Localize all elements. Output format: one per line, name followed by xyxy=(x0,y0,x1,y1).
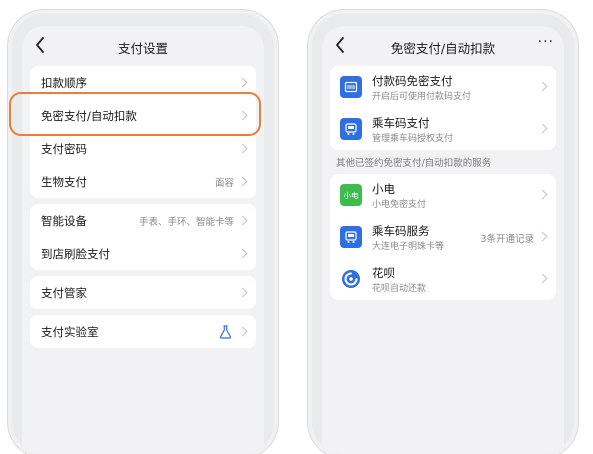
phone-right: 免密支付/自动扣款 ··· 付款码免密支付 开启后可使用付款码支付 乘车码支付 … xyxy=(312,14,574,454)
payment-code-item[interactable]: 付款码免密支付 开启后可使用付款码支付 xyxy=(330,66,556,108)
chevron-right-icon xyxy=(237,287,248,297)
section-title: 其他已签约免密支付/自动扣款的服务 xyxy=(336,158,492,169)
item-label: 支付实验室 xyxy=(41,324,99,339)
chevron-right-icon xyxy=(537,81,548,92)
chevron-right-icon xyxy=(237,143,248,153)
navbar: 支付设置 xyxy=(22,26,264,66)
primary-services-group: 付款码免密支付 开启后可使用付款码支付 乘车码支付 管理乘车码授权支付 xyxy=(330,66,556,150)
biometric-pay-item[interactable]: 生物支付 面容 xyxy=(30,165,256,198)
chevron-right-icon xyxy=(537,189,548,200)
item-subtitle: 小电免密支付 xyxy=(372,200,427,210)
payment-manager-item[interactable]: 支付管家 xyxy=(30,276,256,309)
chevron-right-icon xyxy=(237,176,248,186)
settings-group-4: 支付实验室 xyxy=(30,315,256,348)
item-value: 3条开通记录 xyxy=(480,234,534,245)
item-title: 花呗 xyxy=(372,266,395,280)
xiaodian-item[interactable]: 小电 小电 小电免密支付 xyxy=(330,174,556,216)
item-label: 支付密码 xyxy=(41,141,87,156)
settings-group-2: 智能设备 手表、手环、智能卡等 到店刷脸支付 xyxy=(30,204,256,270)
transit-code-icon xyxy=(340,118,362,140)
item-value: 面容 xyxy=(214,177,234,189)
more-icon[interactable]: ··· xyxy=(538,34,554,50)
chevron-right-icon xyxy=(237,110,248,120)
item-label: 支付管家 xyxy=(41,285,87,300)
payment-code-icon xyxy=(340,76,362,98)
transit-service-item[interactable]: 乘车码服务 大连电子明珠卡等 3条开通记录 xyxy=(330,216,556,258)
item-label: 生物支付 xyxy=(41,174,87,189)
page-title: 支付设置 xyxy=(117,41,168,56)
huabei-item[interactable]: 花呗 花呗自动还款 xyxy=(330,258,556,300)
phone-left: 支付设置 扣款顺序 免密支付/自动扣款 支付密码 生物支付 面容 智能设备 手表… xyxy=(12,14,274,454)
item-subtitle: 管理乘车码授权支付 xyxy=(372,134,454,144)
payment-lab-item[interactable]: 支付实验室 xyxy=(30,315,256,348)
smart-device-item[interactable]: 智能设备 手表、手环、智能卡等 xyxy=(30,204,256,237)
payment-settings-screen: 支付设置 扣款顺序 免密支付/自动扣款 支付密码 生物支付 面容 智能设备 手表… xyxy=(22,26,264,454)
deduction-order-item[interactable]: 扣款顺序 xyxy=(30,66,256,99)
password-free-autopay-screen: 免密支付/自动扣款 ··· 付款码免密支付 开启后可使用付款码支付 乘车码支付 … xyxy=(322,26,564,454)
chevron-right-icon xyxy=(237,326,248,336)
item-subtitle: 大连电子明珠卡等 xyxy=(372,242,445,252)
huabei-icon xyxy=(340,268,362,290)
xiaodian-icon: 小电 xyxy=(340,184,362,206)
item-label: 到店刷脸支付 xyxy=(41,246,110,261)
item-label: 免密支付/自动扣款 xyxy=(41,108,137,123)
flask-icon xyxy=(219,324,232,339)
item-subtitle: 开启后可使用付款码支付 xyxy=(372,92,472,102)
chevron-right-icon xyxy=(237,248,248,258)
page-title: 免密支付/自动扣款 xyxy=(390,41,496,56)
item-title: 乘车码支付 xyxy=(372,116,430,130)
item-title: 小电 xyxy=(372,182,395,196)
transit-code-item[interactable]: 乘车码支付 管理乘车码授权支付 xyxy=(330,108,556,150)
chevron-right-icon xyxy=(237,215,248,225)
navbar: 免密支付/自动扣款 ··· xyxy=(322,26,564,66)
item-title: 付款码免密支付 xyxy=(372,74,453,88)
chevron-right-icon xyxy=(537,231,548,242)
chevron-right-icon xyxy=(237,77,248,87)
item-label: 扣款顺序 xyxy=(41,75,87,90)
chevron-right-icon xyxy=(537,273,548,284)
chevron-right-icon xyxy=(537,123,548,134)
transit-code-icon xyxy=(340,226,362,248)
item-subtitle: 花呗自动还款 xyxy=(372,284,427,294)
item-title: 乘车码服务 xyxy=(372,224,430,238)
signed-services-group: 小电 小电 小电免密支付 乘车码服务 大连电子明珠卡等 3条开通记录 花呗 花呗 xyxy=(330,174,556,300)
settings-group-1: 扣款顺序 免密支付/自动扣款 支付密码 生物支付 面容 xyxy=(30,66,256,198)
item-value: 手表、手环、智能卡等 xyxy=(138,216,234,228)
face-pay-item[interactable]: 到店刷脸支付 xyxy=(30,237,256,270)
item-label: 智能设备 xyxy=(41,213,87,228)
payment-password-item[interactable]: 支付密码 xyxy=(30,132,256,165)
settings-group-3: 支付管家 xyxy=(30,276,256,309)
password-free-autopay-item[interactable]: 免密支付/自动扣款 xyxy=(30,99,256,132)
